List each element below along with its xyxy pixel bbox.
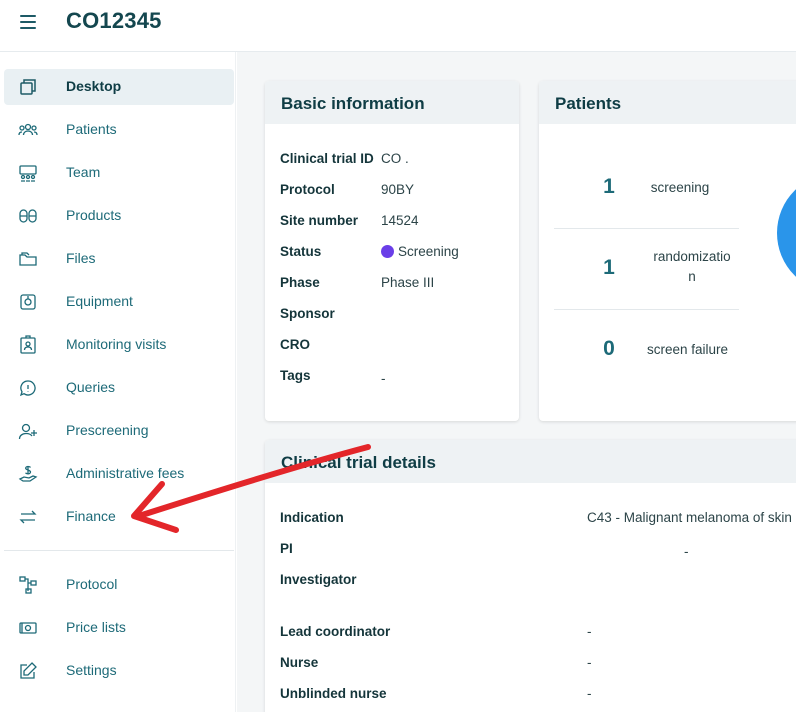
sidebar-item-patients[interactable]: Patients bbox=[4, 112, 234, 148]
clinical-trial-id-label: Clinical trial ID bbox=[280, 151, 374, 166]
sidebar-item-administrative-fees[interactable]: Administrative fees bbox=[4, 456, 234, 492]
lead-coordinator-value: - bbox=[587, 624, 592, 639]
patients-icon bbox=[18, 120, 38, 140]
sidebar-item-label: Settings bbox=[66, 662, 117, 678]
hand-dollar-icon bbox=[18, 464, 38, 484]
add-user-icon bbox=[18, 421, 38, 441]
top-bar: CO12345 bbox=[0, 0, 796, 52]
sidebar-item-finance[interactable]: Finance bbox=[4, 499, 234, 535]
screen-failure-label: screen failure bbox=[647, 342, 729, 357]
sidebar-item-label: Desktop bbox=[66, 78, 122, 94]
sidebar-item-label: Finance bbox=[66, 508, 116, 524]
page-title: CO12345 bbox=[66, 8, 162, 33]
sidebar-item-prescreening[interactable]: Prescreening bbox=[4, 413, 234, 449]
protocol-label: Protocol bbox=[280, 182, 335, 197]
sidebar-item-label: Equipment bbox=[66, 293, 133, 309]
speech-bubble-icon bbox=[18, 378, 38, 398]
screen-failure-count: 0 bbox=[603, 337, 615, 360]
card-title: Clinical trial details bbox=[281, 453, 436, 472]
sidebar-item-label: Queries bbox=[66, 379, 116, 395]
pi-value: - bbox=[684, 544, 689, 559]
sidebar-item-queries[interactable]: Queries bbox=[4, 370, 234, 406]
sidebar-item-label: Prescreening bbox=[66, 422, 149, 438]
cro-label: CRO bbox=[280, 337, 310, 352]
sidebar-item-label: Monitoring visits bbox=[66, 336, 167, 352]
unblinded-nurse-value: - bbox=[587, 686, 592, 701]
sidebar-item-desktop[interactable]: Desktop bbox=[4, 69, 234, 105]
randomization-label: randomizatio n bbox=[653, 249, 731, 284]
main-content: Basic information Clinical trial ID CO .… bbox=[237, 52, 796, 712]
clinical-trial-details-card: Clinical trial details Indication C43 - … bbox=[265, 440, 796, 712]
monitoring-icon bbox=[18, 335, 38, 355]
randomization-count: 1 bbox=[603, 256, 615, 279]
sidebar-item-team[interactable]: Team bbox=[4, 155, 234, 191]
phase-value: Phase III bbox=[381, 275, 435, 290]
sidebar: Desktop Patients Team Products Files Equ… bbox=[0, 52, 236, 712]
sidebar-item-label: Team bbox=[66, 164, 101, 180]
sidebar-item-label: Protocol bbox=[66, 576, 118, 592]
card-title: Basic information bbox=[281, 94, 425, 113]
sidebar-item-monitoring-visits[interactable]: Monitoring visits bbox=[4, 327, 234, 363]
screening-label: screening bbox=[650, 180, 710, 195]
indication-label: Indication bbox=[280, 510, 344, 525]
status-value: Screening bbox=[398, 244, 459, 259]
stat-divider bbox=[554, 228, 739, 229]
card-header: Clinical trial details bbox=[265, 440, 796, 483]
basic-information-card: Basic information Clinical trial ID CO .… bbox=[265, 81, 519, 421]
folder-icon bbox=[18, 249, 38, 269]
sidebar-item-equipment[interactable]: Equipment bbox=[4, 284, 234, 320]
status-label: Status bbox=[280, 244, 322, 259]
status-badge: Screening bbox=[381, 244, 459, 259]
sidebar-item-label: Price lists bbox=[66, 619, 126, 635]
sidebar-item-protocol[interactable]: Protocol bbox=[4, 567, 234, 603]
protocol-icon bbox=[18, 575, 38, 595]
sidebar-item-price-lists[interactable]: Price lists bbox=[4, 610, 234, 646]
card-title: Patients bbox=[555, 94, 622, 113]
nurse-label: Nurse bbox=[280, 655, 319, 670]
sidebar-divider bbox=[4, 550, 234, 551]
card-header: Basic information bbox=[265, 81, 519, 124]
hamburger-menu-icon[interactable] bbox=[18, 11, 40, 33]
nurse-value: - bbox=[587, 655, 592, 670]
sponsor-label: Sponsor bbox=[280, 306, 335, 321]
site-number-label: Site number bbox=[280, 213, 359, 228]
protocol-value: 90BY bbox=[381, 182, 415, 197]
tags-label: Tags bbox=[280, 368, 311, 383]
equipment-icon bbox=[18, 292, 38, 312]
clinical-trial-id-value: CO . bbox=[381, 151, 409, 166]
card-header: Patients bbox=[539, 81, 796, 124]
pi-label: PI bbox=[280, 541, 293, 556]
sidebar-item-label: Files bbox=[66, 250, 96, 266]
sidebar-item-products[interactable]: Products bbox=[4, 198, 234, 234]
sidebar-item-label: Administrative fees bbox=[66, 465, 185, 481]
unblinded-nurse-label: Unblinded nurse bbox=[280, 686, 387, 701]
phase-label: Phase bbox=[280, 275, 320, 290]
desktop-icon bbox=[18, 77, 38, 97]
indication-value: C43 - Malignant melanoma of skin bbox=[587, 510, 792, 525]
edit-icon bbox=[18, 661, 38, 681]
team-icon bbox=[18, 163, 38, 183]
transfer-arrows-icon bbox=[18, 507, 38, 527]
products-icon bbox=[18, 206, 38, 226]
sidebar-item-settings[interactable]: Settings bbox=[4, 653, 234, 689]
screening-count: 1 bbox=[603, 175, 615, 198]
sidebar-item-files[interactable]: Files bbox=[4, 241, 234, 277]
site-number-value: 14524 bbox=[381, 213, 419, 228]
tags-value: - bbox=[381, 371, 386, 386]
lead-coordinator-label: Lead coordinator bbox=[280, 624, 391, 639]
investigator-label: Investigator bbox=[280, 572, 357, 587]
sidebar-item-label: Patients bbox=[66, 121, 117, 137]
patients-donut-chart bbox=[777, 173, 796, 293]
stat-divider bbox=[554, 309, 739, 310]
patients-card: Patients 1 screening 1 randomizatio n 0 … bbox=[539, 81, 796, 421]
banknote-icon bbox=[18, 618, 38, 638]
status-dot-icon bbox=[381, 245, 394, 258]
sidebar-item-label: Products bbox=[66, 207, 122, 223]
